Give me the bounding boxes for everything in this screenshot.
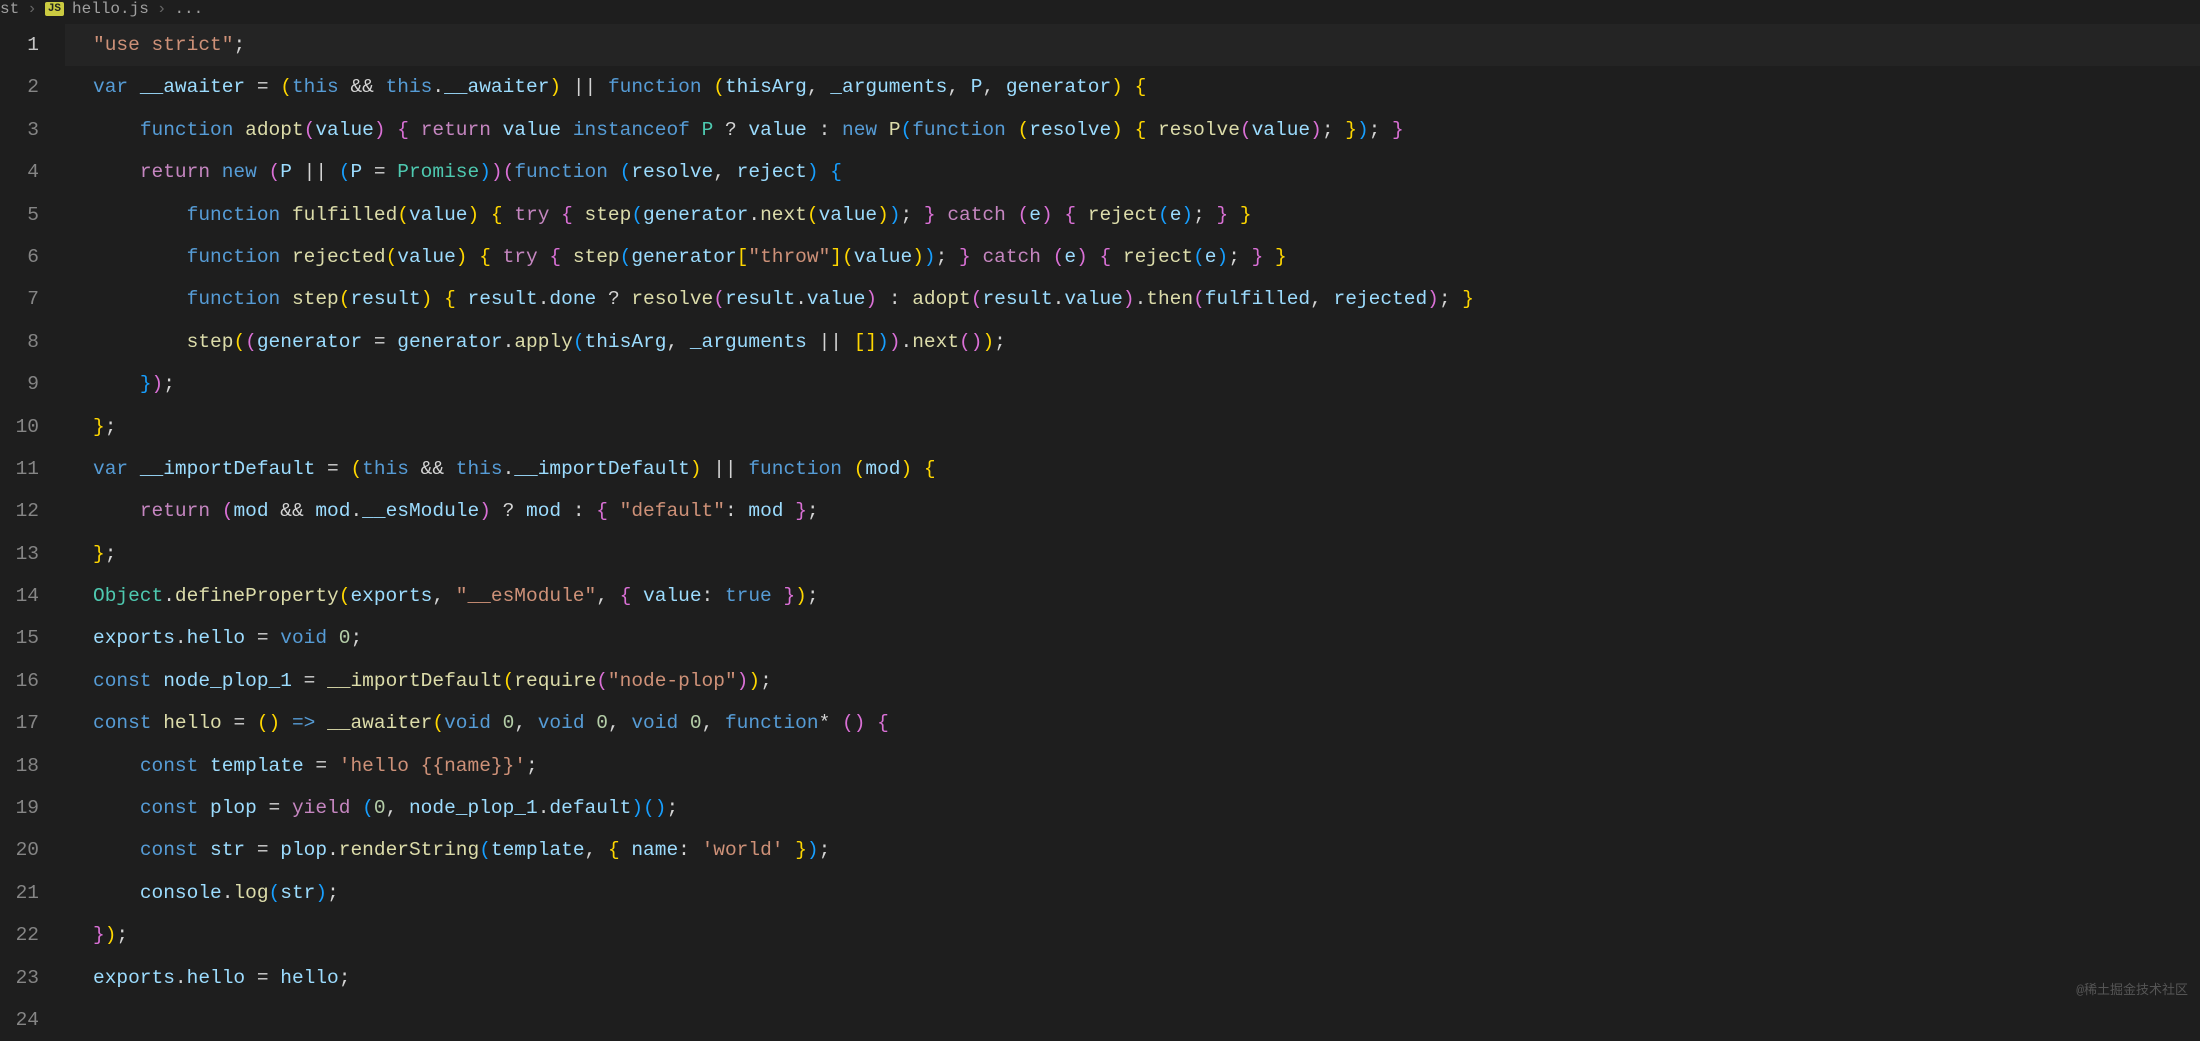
code-line[interactable]: }); [65,914,2200,956]
line-number[interactable]: 23 [0,957,65,999]
breadcrumb: st › JS hello.js › ... [0,0,2200,18]
code-line[interactable]: const hello = () => __awaiter(void 0, vo… [65,702,2200,744]
line-number[interactable]: 19 [0,787,65,829]
line-number[interactable]: 17 [0,702,65,744]
code-line[interactable]: Object.defineProperty(exports, "__esModu… [65,575,2200,617]
code-line[interactable]: function adopt(value) { return value ins… [65,109,2200,151]
line-number[interactable]: 10 [0,406,65,448]
line-number[interactable]: 12 [0,490,65,532]
line-number[interactable]: 18 [0,745,65,787]
js-file-icon: JS [45,2,64,16]
line-number[interactable]: 11 [0,448,65,490]
chevron-right-icon: › [27,0,37,18]
line-number[interactable]: 20 [0,829,65,871]
line-number[interactable]: 16 [0,660,65,702]
line-number[interactable]: 3 [0,109,65,151]
code-line[interactable]: exports.hello = void 0; [65,617,2200,659]
code-line[interactable]: exports.hello = hello; [65,957,2200,999]
code-content[interactable]: "use strict";var __awaiter = (this && th… [65,18,2200,1006]
line-number[interactable]: 6 [0,236,65,278]
line-number[interactable]: 1 [0,24,65,66]
code-line[interactable]: console.log(str); [65,872,2200,914]
code-line[interactable]: return (mod && mod.__esModule) ? mod : {… [65,490,2200,532]
code-line[interactable]: var __awaiter = (this && this.__awaiter)… [65,66,2200,108]
line-number[interactable]: 13 [0,533,65,575]
line-number[interactable]: 5 [0,194,65,236]
code-line[interactable]: }; [65,533,2200,575]
breadcrumb-trail[interactable]: ... [174,0,203,18]
code-line[interactable]: const template = 'hello {{name}}'; [65,745,2200,787]
code-line[interactable]: const plop = yield (0, node_plop_1.defau… [65,787,2200,829]
code-line[interactable]: function rejected(value) { try { step(ge… [65,236,2200,278]
line-number[interactable]: 24 [0,999,65,1041]
code-line[interactable]: function fulfilled(value) { try { step(g… [65,194,2200,236]
line-number[interactable]: 9 [0,363,65,405]
code-line[interactable]: step((generator = generator.apply(thisAr… [65,321,2200,363]
code-line[interactable]: "use strict"; [65,24,2200,66]
chevron-right-icon: › [157,0,167,18]
code-line[interactable]: function step(result) { result.done ? re… [65,278,2200,320]
code-line[interactable]: const node_plop_1 = __importDefault(requ… [65,660,2200,702]
editor[interactable]: 123456789101112131415161718192021222324 … [0,18,2200,1006]
code-line[interactable]: }; [65,406,2200,448]
line-number[interactable]: 7 [0,278,65,320]
code-line[interactable] [65,999,2200,1041]
line-number-gutter[interactable]: 123456789101112131415161718192021222324 [0,18,65,1006]
line-number[interactable]: 21 [0,872,65,914]
line-number[interactable]: 22 [0,914,65,956]
watermark: @稀土掘金技术社区 [2076,979,2188,998]
line-number[interactable]: 15 [0,617,65,659]
line-number[interactable]: 2 [0,66,65,108]
code-line[interactable]: const str = plop.renderString(template, … [65,829,2200,871]
line-number[interactable]: 8 [0,321,65,363]
line-number[interactable]: 4 [0,151,65,193]
code-line[interactable]: return new (P || (P = Promise))(function… [65,151,2200,193]
breadcrumb-file[interactable]: hello.js [72,0,149,18]
line-number[interactable]: 14 [0,575,65,617]
code-line[interactable]: }); [65,363,2200,405]
code-line[interactable]: var __importDefault = (this && this.__im… [65,448,2200,490]
breadcrumb-folder[interactable]: st [0,0,19,18]
